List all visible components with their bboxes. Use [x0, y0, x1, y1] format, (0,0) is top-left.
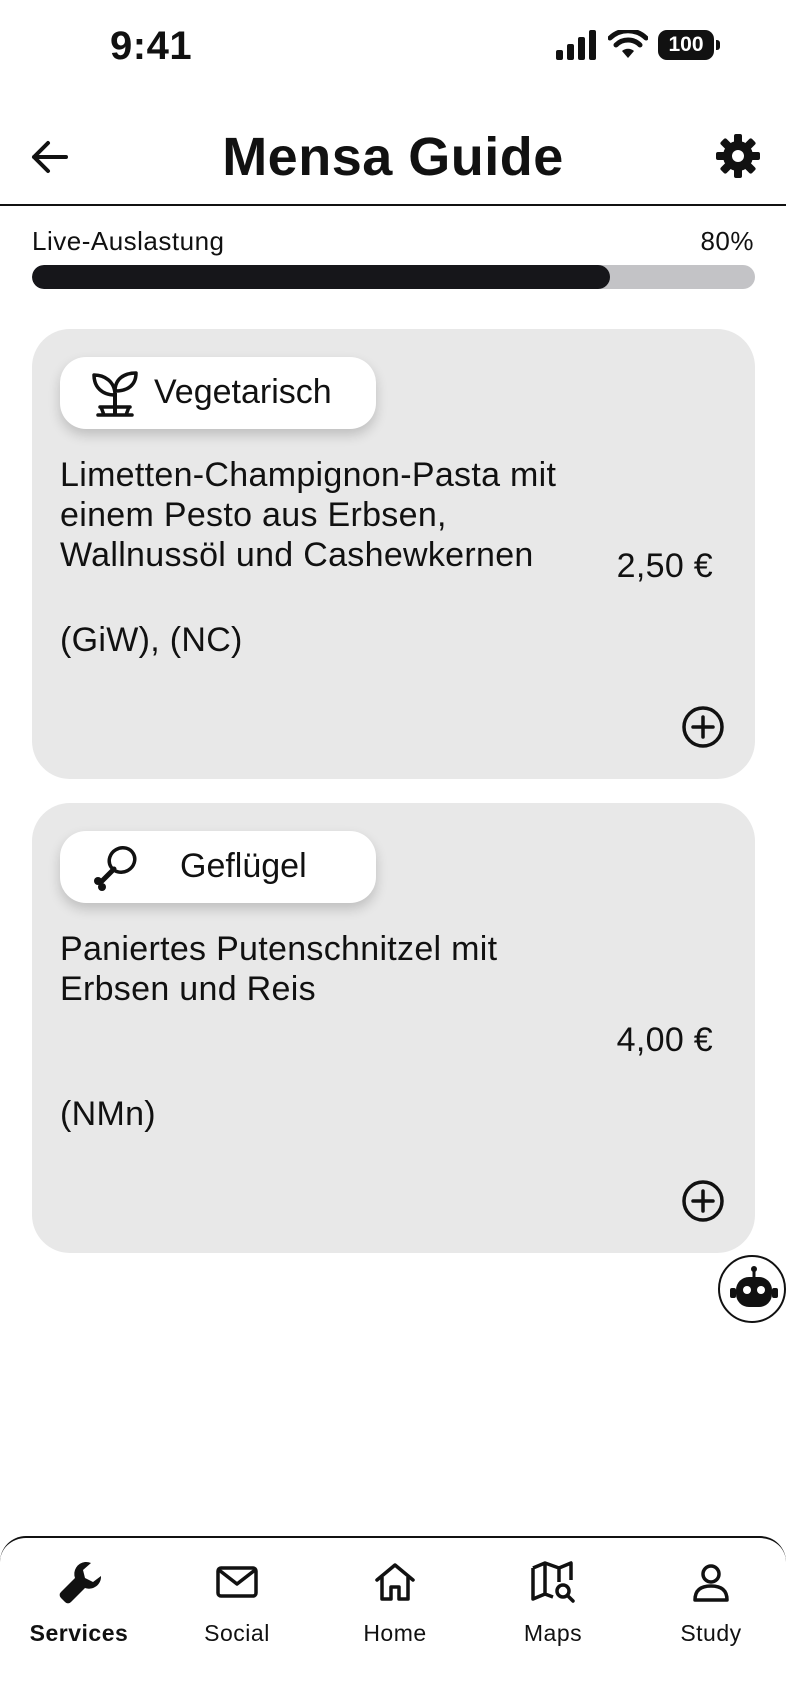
nav-item-maps[interactable]: Maps — [474, 1558, 632, 1668]
dish-name: Paniertes Putenschnitzel mit Erbsen und … — [60, 930, 498, 1008]
wrench-icon — [59, 1561, 102, 1604]
nav-item-services[interactable]: Services — [0, 1558, 158, 1668]
signal-icon — [556, 30, 596, 60]
chatbot-button[interactable] — [718, 1255, 786, 1323]
dish-price: 2,50 € — [616, 547, 713, 585]
nav-label: Social — [204, 1620, 270, 1646]
sprout-icon — [92, 371, 138, 417]
home-icon — [375, 1563, 415, 1601]
occupancy-label: Live-Auslastung — [32, 226, 225, 256]
occupancy-value: 80% — [700, 226, 754, 256]
status-time: 9:41 — [110, 24, 193, 68]
drumstick-icon — [94, 845, 137, 891]
occupancy-bar — [32, 265, 755, 289]
nav-item-social[interactable]: Social — [158, 1558, 316, 1668]
occupancy-bar-fill — [32, 265, 611, 289]
dish-price: 4,00 € — [616, 1021, 713, 1059]
nav-item-study[interactable]: Study — [632, 1558, 786, 1668]
dish-name: Limetten-Champignon-Pasta mit einem Pest… — [60, 456, 557, 574]
bottom-nav: Services Social Home Maps Study — [0, 1536, 786, 1704]
mail-icon — [216, 1566, 258, 1598]
meal-card: Geflügel Paniertes Putenschnitzel mit Er… — [32, 803, 755, 1253]
nav-label: Services — [29, 1620, 129, 1646]
status-bar: 9:41 100 — [0, 0, 786, 96]
header: Mensa Guide — [0, 110, 786, 206]
category-label: Vegetarisch — [154, 373, 332, 411]
category-label: Geflügel — [180, 847, 307, 885]
nav-item-home[interactable]: Home — [316, 1558, 474, 1668]
battery-icon: 100 — [658, 30, 720, 60]
wifi-icon — [608, 30, 648, 58]
nav-label: Home — [363, 1620, 427, 1646]
meal-card: Vegetarisch Limetten-Champignon-Pasta mi… — [32, 329, 755, 779]
battery-level: 100 — [668, 33, 704, 56]
nav-label: Study — [680, 1620, 742, 1646]
gear-icon[interactable] — [714, 132, 762, 180]
user-icon — [693, 1564, 729, 1602]
map-search-icon — [531, 1561, 575, 1603]
status-icons: 100 — [556, 30, 720, 60]
add-circle-icon[interactable] — [681, 1179, 725, 1223]
robot-icon — [730, 1266, 778, 1307]
allergens: (GiW), (NC) — [60, 621, 243, 659]
allergens: (NMn) — [60, 1095, 156, 1133]
page-title: Mensa Guide — [222, 127, 564, 187]
add-circle-icon[interactable] — [681, 705, 725, 749]
category-tag: Vegetarisch — [60, 357, 376, 429]
nav-label: Maps — [523, 1620, 583, 1646]
category-tag: Geflügel — [60, 831, 376, 903]
